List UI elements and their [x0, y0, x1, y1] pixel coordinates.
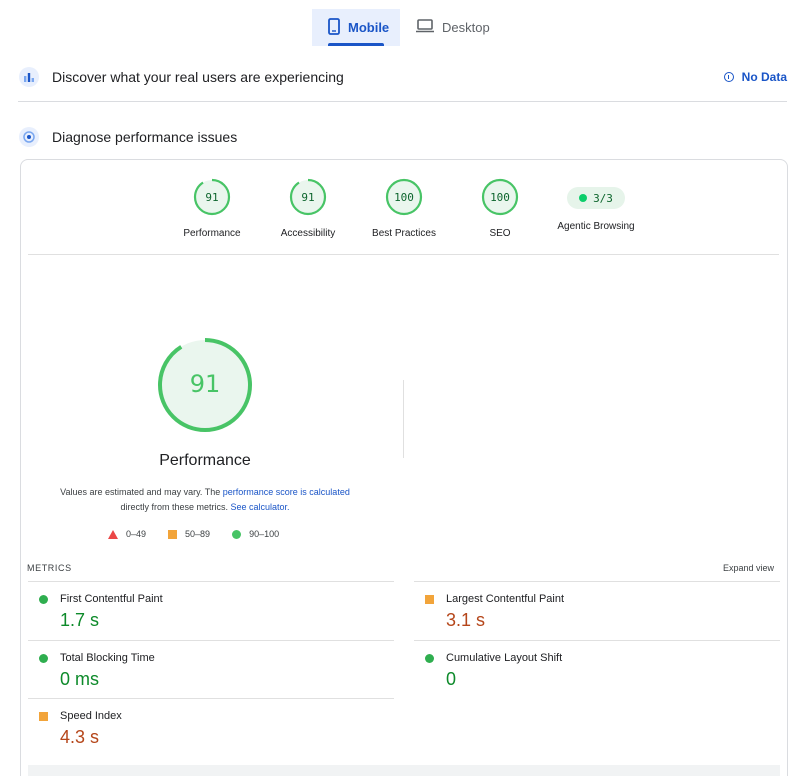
no-data-indicator[interactable]: No Data [723, 70, 787, 84]
legend-range: 50–89 [185, 529, 211, 539]
gauge-label: Agentic Browsing [557, 221, 635, 232]
score-value: 100 [394, 191, 414, 204]
agentic-score: 3/3 [593, 191, 613, 205]
metric-name: Total Blocking Time [60, 652, 155, 664]
metric-lcp: Largest Contentful Paint 3.1 s [414, 581, 780, 631]
metrics-heading: METRICS [27, 563, 72, 573]
score-ring: 91 [193, 178, 231, 216]
device-tabs: Mobile Desktop [312, 9, 500, 46]
info-icon [723, 72, 734, 82]
metric-value: 4.3 s [60, 727, 100, 747]
score-ring: 100 [385, 178, 423, 216]
gauge-accessibility[interactable]: 91 Accessibility [253, 178, 363, 239]
metric-name: Largest Contentful Paint [446, 593, 565, 605]
gauge-label: Accessibility [280, 228, 336, 239]
metric-cls: Cumulative Layout Shift 0 [414, 640, 780, 690]
gauge-seo[interactable]: 100 SEO [445, 178, 555, 239]
score-ring: 91 [289, 178, 327, 216]
runtime-settings-bar [28, 765, 780, 776]
users-chart-icon [18, 66, 40, 88]
tab-desktop-label: Desktop [442, 20, 490, 35]
performance-note: Values are estimated and may vary. The p… [50, 485, 360, 515]
pass-dot-icon [39, 594, 48, 604]
agentic-score-pill: 3/3 [567, 187, 625, 209]
metric-fcp: First Contentful Paint 1.7 s [28, 581, 394, 631]
gauge-performance[interactable]: 91 Performance [157, 178, 267, 239]
no-data-label: No Data [741, 70, 787, 84]
gauge-label: Best Practices [372, 228, 436, 239]
performance-gauge-large: 91 [157, 337, 253, 433]
average-square-icon [425, 594, 434, 604]
category-gauges: 91 Performance 91 Accessibility 100 Best… [0, 178, 807, 242]
pass-dot-icon [425, 653, 434, 663]
expand-view-toggle[interactable]: Expand view [723, 563, 774, 573]
average-square-icon [168, 529, 178, 539]
legend-pass: 90–100 [232, 529, 279, 539]
legend-average: 50–89 [168, 529, 210, 539]
diagnose-section-header: Diagnose performance issues [18, 125, 787, 149]
laptop-icon [416, 19, 434, 36]
metric-tbt: Total Blocking Time 0 ms [28, 640, 394, 690]
score-value: 91 [301, 191, 314, 204]
legend-range: 0–49 [126, 529, 147, 539]
metric-value: 3.1 s [446, 610, 486, 630]
score-legend: 0–49 50–89 90–100 [108, 529, 279, 539]
legend-range: 90–100 [249, 529, 280, 539]
score-ring: 100 [481, 178, 519, 216]
metric-speed-index: Speed Index 4.3 s [28, 698, 394, 748]
metric-value: 1.7 s [60, 610, 100, 630]
average-square-icon [39, 711, 48, 721]
tab-mobile[interactable]: Mobile [312, 9, 400, 46]
performance-title: Performance [159, 452, 251, 469]
metric-value: 0 ms [60, 669, 100, 689]
legend-fail: 0–49 [108, 529, 146, 539]
fail-triangle-icon [108, 529, 118, 539]
tab-desktop[interactable]: Desktop [400, 9, 500, 46]
tab-mobile-label: Mobile [348, 20, 390, 35]
metric-value: 0 [446, 669, 457, 689]
gauge-label: SEO [489, 228, 511, 239]
diagnose-title: Diagnose performance issues [52, 129, 238, 145]
metric-name: Cumulative Layout Shift [446, 652, 563, 664]
lab-diagnose-icon [18, 126, 40, 148]
gauge-agentic-browsing[interactable]: 3/3 Agentic Browsing [541, 178, 651, 232]
see-calculator-link[interactable]: See calculator. [230, 502, 289, 512]
metric-name: Speed Index [60, 710, 122, 722]
gauges-divider [28, 254, 779, 255]
score-value: 91 [205, 191, 218, 204]
pass-dot-icon [39, 653, 48, 663]
crux-title: Discover what your real users are experi… [52, 69, 344, 85]
gauge-best-practices[interactable]: 100 Best Practices [349, 178, 459, 239]
pass-dot-icon [579, 194, 588, 202]
performance-score: 91 [190, 370, 221, 398]
metric-name: First Contentful Paint [60, 593, 163, 605]
score-value: 100 [490, 191, 510, 204]
pass-circle-icon [232, 529, 242, 539]
note-text: Values are estimated and may vary. The [60, 487, 223, 497]
note-text-2: directly from these metrics. [120, 502, 231, 512]
crux-section-header[interactable]: Discover what your real users are experi… [18, 65, 787, 89]
section-divider [18, 101, 787, 102]
phone-icon [328, 17, 340, 38]
vertical-divider [403, 380, 404, 458]
gauge-label: Performance [183, 228, 241, 239]
score-calculated-link[interactable]: performance score is calculated [223, 487, 350, 497]
